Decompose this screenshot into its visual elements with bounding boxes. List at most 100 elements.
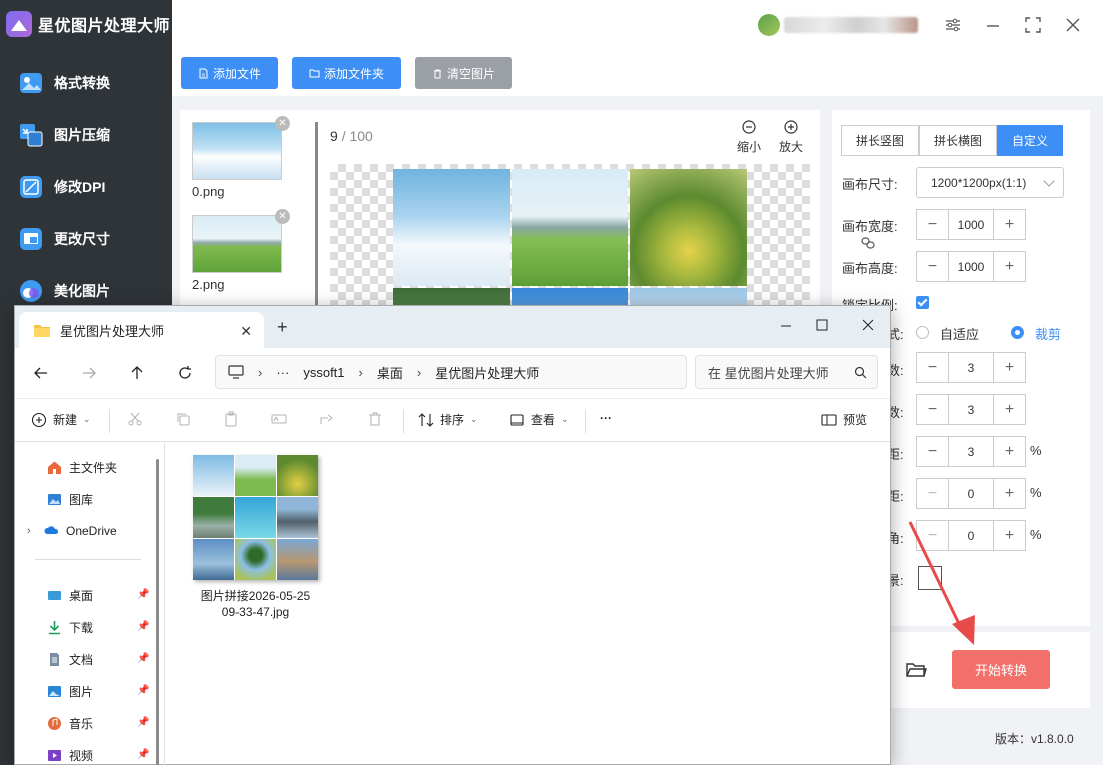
pin-icon[interactable]: 📌 — [137, 653, 149, 664]
decrement-button[interactable]: − — [917, 210, 949, 239]
mode-tab-custom[interactable]: 自定义 — [997, 125, 1064, 156]
mode-tab-vertical[interactable]: 拼长竖图 — [841, 125, 920, 156]
zoom-in-button[interactable]: 放大 — [774, 120, 808, 155]
cols-value[interactable]: 3 — [949, 395, 993, 424]
sidebar-item-documents[interactable]: 文档 — [47, 651, 93, 668]
increment-button[interactable]: + — [993, 437, 1025, 466]
sidebar-item-downloads[interactable]: 下载 — [47, 619, 93, 636]
sidebar-item-pictures[interactable]: 图片 — [47, 683, 93, 700]
decrement-button[interactable]: − — [917, 252, 949, 281]
nav-item-beautify[interactable]: 美化图片 — [18, 278, 110, 304]
sidebar-item-gallery[interactable]: 图库 — [47, 491, 93, 508]
close-icon[interactable] — [1062, 14, 1084, 36]
new-button[interactable]: 新建 ⌄ — [31, 411, 91, 428]
breadcrumb-item[interactable]: 星优图片处理大师 — [435, 363, 539, 382]
decrement-button[interactable]: − — [917, 479, 949, 508]
add-file-button[interactable]: 添加文件 — [181, 57, 278, 89]
file-item[interactable]: 图片拼接2026-05-25 09-33-47.jpg — [193, 455, 318, 620]
bg-color-picker[interactable] — [918, 566, 942, 590]
increment-button[interactable]: + — [993, 479, 1025, 508]
close-icon[interactable] — [857, 314, 879, 336]
explorer-tab[interactable]: 星优图片处理大师 ✕ — [19, 312, 264, 348]
maximize-icon[interactable] — [811, 314, 833, 336]
file-thumbnail-image — [192, 122, 282, 180]
add-folder-button[interactable]: 添加文件夹 — [292, 57, 401, 89]
forward-arrow-icon[interactable] — [79, 363, 99, 383]
back-arrow-icon[interactable] — [31, 363, 51, 383]
remove-file-icon[interactable]: ✕ — [275, 209, 290, 224]
pin-icon[interactable]: 📌 — [137, 621, 149, 632]
file-name: 2.png — [192, 277, 225, 292]
lock-ratio-checkbox[interactable] — [916, 296, 929, 309]
minimize-icon[interactable] — [775, 314, 797, 336]
decrement-button[interactable]: − — [917, 521, 949, 550]
sidebar-item-onedrive[interactable]: › OneDrive — [27, 523, 117, 538]
file-thumb-0[interactable]: ✕ 0.png — [192, 116, 290, 199]
copy-button[interactable] — [175, 411, 191, 427]
breadcrumb-item[interactable]: yssoft1 — [303, 365, 344, 380]
view-button[interactable]: 查看 ⌄ — [509, 411, 569, 428]
decrement-button[interactable]: − — [917, 395, 949, 424]
canvas-width-value[interactable]: 1000 — [949, 210, 993, 239]
breadcrumb-item[interactable]: 桌面 — [377, 363, 403, 382]
address-bar[interactable]: › ··· yssoft1 › 桌面 › 星优图片处理大师 — [215, 355, 687, 389]
increment-button[interactable]: + — [993, 210, 1025, 239]
paste-button[interactable] — [223, 411, 239, 427]
sidebar-scrollbar[interactable] — [156, 459, 159, 765]
avatar[interactable] — [758, 14, 780, 36]
file-thumb-2[interactable]: ✕ 2.png — [192, 209, 290, 292]
decrement-button[interactable]: − — [917, 437, 949, 466]
clear-images-button[interactable]: 清空图片 — [415, 57, 512, 89]
search-input[interactable]: 在 星优图片处理大师 — [695, 355, 878, 389]
more-options-button[interactable]: ··· — [600, 411, 612, 425]
nav-item-dpi[interactable]: 修改DPI — [18, 174, 105, 200]
sidebar-item-desktop[interactable]: 桌面 — [47, 587, 93, 604]
margin1-value[interactable]: 0 — [949, 479, 993, 508]
rows-value[interactable]: 3 — [949, 353, 993, 382]
refresh-icon[interactable] — [175, 363, 195, 383]
increment-button[interactable]: + — [993, 252, 1025, 281]
fullscreen-icon[interactable] — [1022, 14, 1044, 36]
cut-button[interactable] — [127, 411, 143, 427]
nav-item-compress[interactable]: 图片压缩 — [18, 122, 110, 148]
fit-radio-adaptive[interactable] — [916, 326, 929, 339]
fit-radio-crop[interactable] — [1011, 326, 1024, 339]
delete-button[interactable] — [367, 411, 383, 427]
sidebar-item-videos[interactable]: 视频 — [47, 747, 93, 764]
nav-item-label: 图片压缩 — [54, 127, 110, 143]
canvas-size-select[interactable]: 1200*1200px(1:1) — [916, 167, 1064, 198]
sidebar-item-music[interactable]: 音乐 — [47, 715, 93, 732]
nav-item-format-convert[interactable]: 格式转换 — [18, 70, 110, 96]
new-tab-icon[interactable]: + — [277, 317, 288, 338]
increment-button[interactable]: + — [993, 521, 1025, 550]
up-arrow-icon[interactable] — [127, 363, 147, 383]
ellipsis-icon[interactable]: ··· — [276, 365, 289, 380]
increment-button[interactable]: + — [993, 353, 1025, 382]
preview-pane-button[interactable]: 预览 — [821, 411, 867, 428]
remove-file-icon[interactable]: ✕ — [275, 116, 290, 131]
rename-button[interactable] — [271, 411, 287, 427]
close-tab-icon[interactable]: ✕ — [240, 323, 252, 340]
start-convert-button[interactable]: 开始转换 — [952, 650, 1050, 689]
chevron-right-icon[interactable]: › — [27, 525, 37, 537]
sort-button[interactable]: 排序 ⌄ — [418, 411, 478, 428]
margin2-value[interactable]: 0 — [949, 521, 993, 550]
spacing-value[interactable]: 3 — [949, 437, 993, 466]
pin-icon[interactable]: 📌 — [137, 589, 149, 600]
decrement-button[interactable]: − — [917, 353, 949, 382]
canvas-height-value[interactable]: 1000 — [949, 252, 993, 281]
minimize-icon[interactable] — [982, 14, 1004, 36]
zoom-out-button[interactable]: 缩小 — [732, 120, 766, 155]
increment-button[interactable]: + — [993, 395, 1025, 424]
image-counter: 9 / 100 — [330, 128, 373, 144]
share-button[interactable] — [319, 411, 335, 427]
mode-tab-horizontal[interactable]: 拼长横图 — [919, 125, 998, 156]
open-folder-icon[interactable] — [905, 660, 927, 680]
pin-icon[interactable]: 📌 — [137, 685, 149, 696]
link-icon[interactable] — [860, 236, 876, 250]
settings-sliders-icon[interactable] — [942, 14, 964, 36]
sidebar-item-home[interactable]: 主文件夹 — [47, 459, 117, 476]
pin-icon[interactable]: 📌 — [137, 717, 149, 728]
nav-item-resize[interactable]: 更改尺寸 — [18, 226, 110, 252]
pin-icon[interactable]: 📌 — [137, 749, 149, 760]
